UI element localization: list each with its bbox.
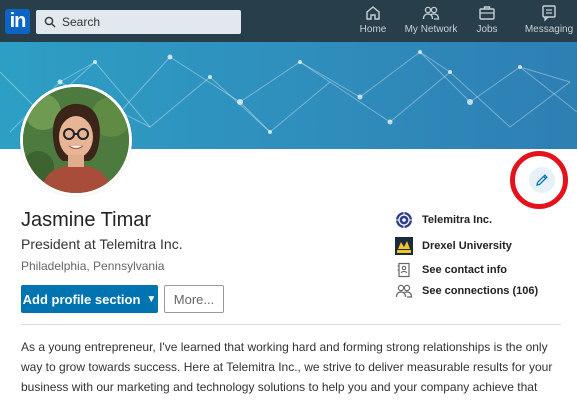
nav-my-network[interactable]: My Network: [403, 4, 459, 40]
profile-headline: President at Telemitra Inc.: [21, 236, 183, 252]
add-profile-section-button[interactable]: Add profile section ▼: [21, 285, 158, 313]
profile-name: Jasmine Timar: [21, 209, 152, 231]
nav-jobs[interactable]: Jobs: [472, 4, 502, 40]
home-icon: [366, 6, 380, 20]
connections-link[interactable]: See connections (106): [395, 281, 538, 301]
education-link[interactable]: Drexel University: [395, 236, 512, 256]
message-icon: [542, 5, 556, 22]
nav-messaging[interactable]: Messaging: [521, 4, 577, 40]
connections-icon: [395, 282, 413, 300]
profile-photo-graphic: [23, 87, 129, 193]
profile-photo[interactable]: [20, 84, 132, 196]
profile-summary: As a young entrepreneur, I've learned th…: [21, 340, 553, 394]
search-input[interactable]: [62, 15, 222, 29]
nav-home-label: Home: [359, 24, 387, 35]
nav-network-label: My Network: [404, 24, 458, 35]
nav-jobs-label: Jobs: [476, 24, 498, 35]
briefcase-icon: [479, 6, 495, 20]
current-company-link[interactable]: Telemitra Inc.: [395, 210, 492, 230]
top-nav-bar: in Home My Network Jobs: [0, 0, 577, 42]
nav-home[interactable]: Home: [358, 4, 388, 40]
search-box[interactable]: [36, 10, 241, 34]
contact-card-icon: [395, 261, 413, 279]
connections-label: See connections (106): [422, 285, 539, 297]
highlight-circle-annotation: [510, 151, 568, 209]
network-icon: [422, 6, 440, 20]
company-logo-icon: [395, 211, 413, 229]
company-name: Telemitra Inc.: [422, 214, 493, 226]
university-logo-icon: [395, 237, 413, 255]
contact-info-link[interactable]: See contact info: [395, 260, 507, 280]
caret-down-icon: ▼: [146, 293, 157, 305]
nav-messaging-label: Messaging: [524, 24, 574, 35]
section-divider: [21, 324, 561, 325]
profile-location: Philadelphia, Pennsylvania: [21, 259, 165, 273]
school-name: Drexel University: [422, 240, 512, 252]
search-icon: [44, 16, 56, 28]
more-button[interactable]: More...: [164, 285, 224, 313]
add-profile-section-label: Add profile section: [22, 291, 141, 307]
linkedin-logo[interactable]: in: [5, 9, 30, 34]
contact-info-label: See contact info: [422, 264, 507, 276]
